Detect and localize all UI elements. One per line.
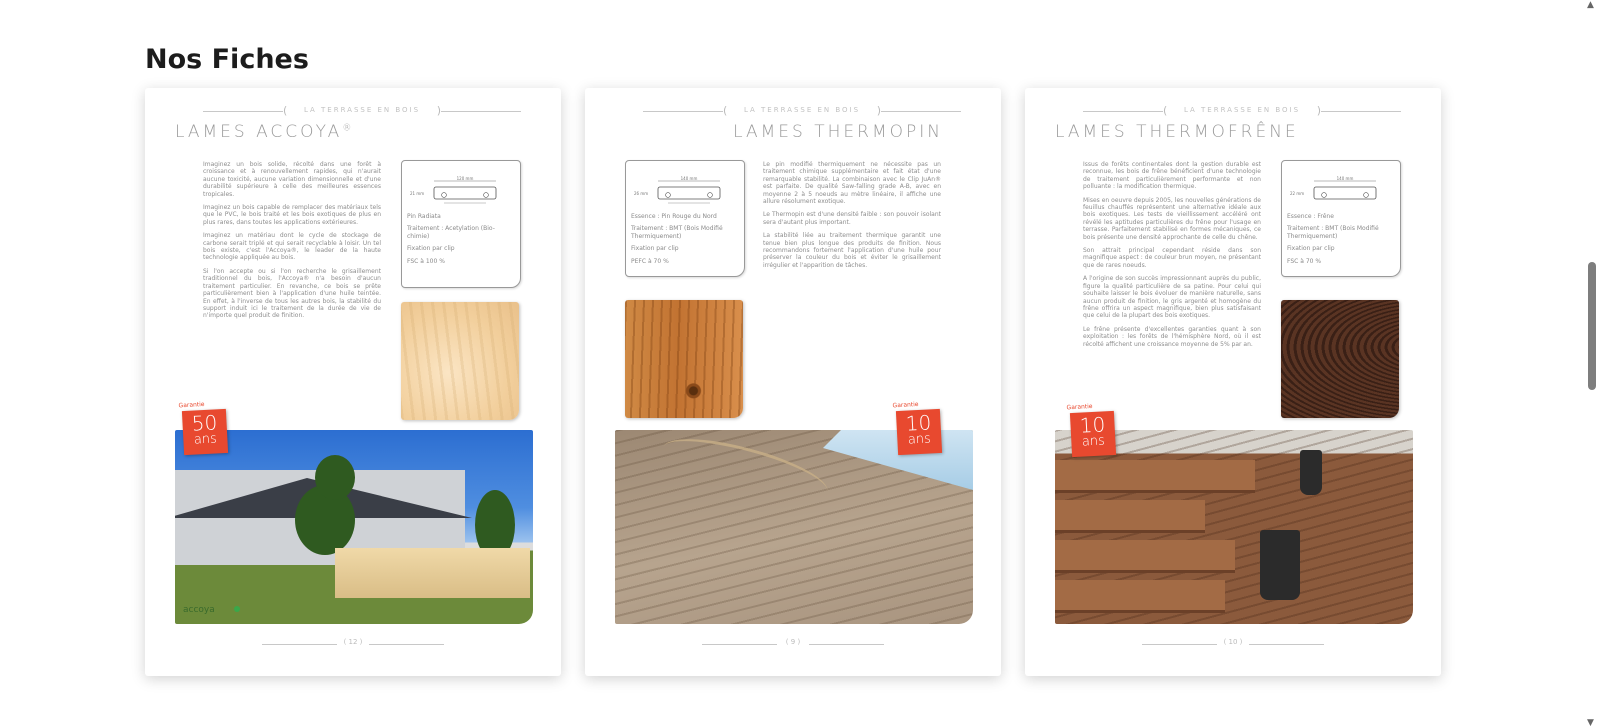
spec-box: 140 mm 26 mm Essence : Pin Rouge du Nord…: [625, 160, 745, 277]
spec-essence: Pin Radiata: [407, 213, 441, 220]
header-ornament: ( LA TERRASSE EN BOIS ): [643, 104, 961, 117]
sheet-description: Le pin modifié thermiquement ne nécessit…: [763, 161, 941, 269]
wood-sample-image: [625, 300, 743, 418]
scroll-up-icon[interactable]: ▲: [1587, 0, 1594, 10]
wood-sample-image: [1281, 300, 1399, 418]
sheet-title: LAMES THERMOFRÊNE: [1055, 122, 1299, 142]
spec-treatment: Traitement : Acetylation (Bio-chimie): [407, 225, 495, 240]
board-profile-diagram: 140 mm 26 mm: [634, 176, 721, 204]
spec-essence: Essence : Frêne: [1287, 213, 1334, 220]
profile-thickness-label: 22 mm: [1290, 191, 1304, 196]
accoya-logo: accoya: [183, 605, 240, 615]
profile-thickness-label: 26 mm: [634, 191, 648, 196]
spec-box: 140 mm 22 mm Essence : Frêne Traitement …: [1281, 160, 1401, 277]
spec-fixation: Fixation par clip: [631, 245, 679, 253]
spec-box: 120 mm 21 mm Pin Radiata Traitement : Ac…: [401, 160, 521, 288]
page-footer: ( 10 ): [1142, 638, 1324, 649]
spec-treatment: Traitement : BMT (Bois Modifié Thermique…: [631, 225, 723, 240]
spec-fixation: Fixation par clip: [1287, 245, 1335, 253]
board-profile-diagram: 140 mm 22 mm: [1290, 176, 1377, 200]
product-sheet-card[interactable]: ( LA TERRASSE EN BOIS ) LAMES THERMOPIN …: [585, 88, 1001, 676]
scroll-thumb[interactable]: [1588, 262, 1596, 390]
warranty-badge: Garantie 10 ans: [892, 401, 943, 456]
board-profile-diagram: 120 mm 21 mm: [410, 176, 497, 204]
sheet-description: Imaginez un bois solide, récolté dans un…: [203, 161, 381, 320]
profile-width-label: 120 mm: [457, 176, 474, 181]
sheet-description: Issus de forêts continentales dont la ge…: [1083, 161, 1261, 348]
spec-certification: PEFC à 70 %: [631, 257, 669, 265]
page-footer: ( 12 ): [262, 638, 444, 649]
spec-certification: FSC à 100 %: [407, 257, 445, 265]
profile-width-label: 140 mm: [681, 176, 698, 181]
svg-text:accoya: accoya: [183, 605, 215, 615]
header-label: LA TERRASSE EN BOIS: [1183, 106, 1301, 114]
page-footer: ( 9 ): [702, 638, 884, 649]
warranty-badge: Garantie 10 ans: [1066, 403, 1117, 458]
spec-fixation: Fixation par clip: [407, 245, 455, 253]
wood-sample-image: [401, 302, 519, 420]
terrace-photo: [615, 430, 973, 624]
scroll-down-icon[interactable]: ▼: [1587, 718, 1594, 728]
product-sheet-card[interactable]: ( LA TERRASSE EN BOIS ) LAMES ACCOYA® Im…: [145, 88, 561, 676]
header-label: LA TERRASSE EN BOIS: [743, 106, 861, 114]
warranty-badge: Garantie 50 ans: [178, 401, 229, 456]
header-ornament: ( LA TERRASSE EN BOIS ): [203, 104, 521, 117]
section-title: Nos Fiches: [145, 44, 309, 75]
profile-thickness-label: 21 mm: [410, 191, 424, 196]
profile-width-label: 140 mm: [1337, 176, 1354, 181]
sheet-title: LAMES THERMOPIN: [733, 122, 943, 142]
sheet-title: LAMES ACCOYA®: [175, 122, 355, 142]
terrace-photo: [1055, 430, 1413, 624]
terrace-photo: accoya: [175, 430, 533, 624]
product-sheet-card[interactable]: ( LA TERRASSE EN BOIS ) LAMES THERMOFRÊN…: [1025, 88, 1441, 676]
spec-certification: FSC à 70 %: [1287, 257, 1322, 265]
spec-treatment: Traitement : BMT (Bois Modifié Thermique…: [1287, 225, 1379, 240]
spec-essence: Essence : Pin Rouge du Nord: [631, 213, 717, 220]
page-scrollbar[interactable]: ▲ ▼: [1584, 0, 1599, 728]
header-ornament: ( LA TERRASSE EN BOIS ): [1083, 104, 1401, 117]
header-label: LA TERRASSE EN BOIS: [303, 106, 421, 114]
